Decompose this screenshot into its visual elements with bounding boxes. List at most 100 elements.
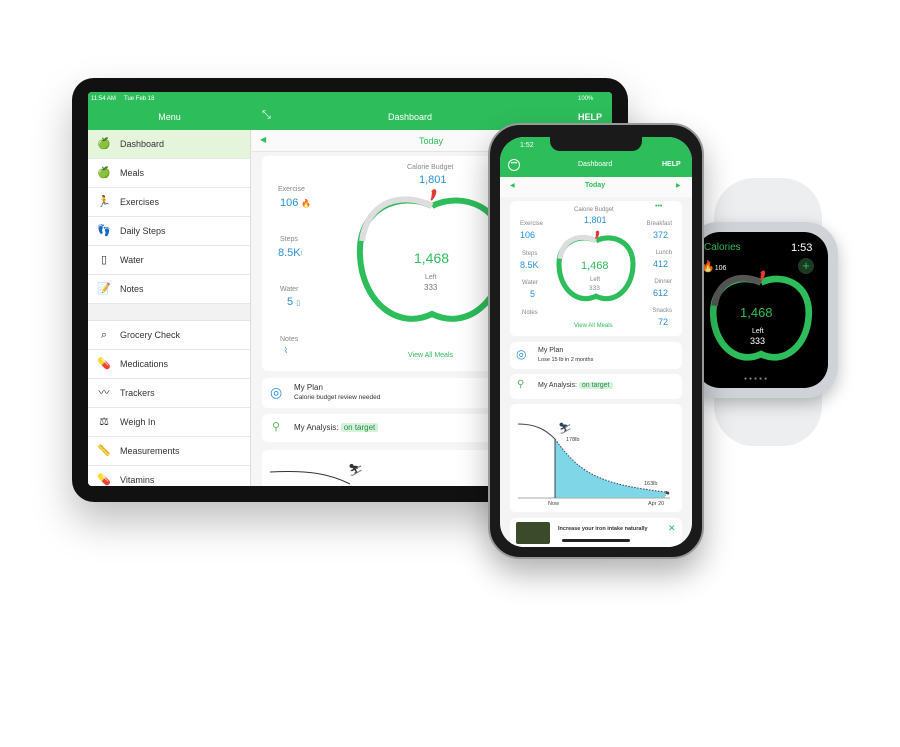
sidebar-item-medications[interactable]: 💊 Medications <box>88 350 250 379</box>
scale-icon: ⚖ <box>99 416 109 428</box>
prev-day-arrow[interactable]: ◀ <box>510 182 515 189</box>
sidebar-item-notes[interactable]: 📝 Notes <box>88 275 250 304</box>
magnifier-icon: ⌕ <box>100 329 108 341</box>
meal-label: Snacks <box>652 308 672 314</box>
exercise-label: Exercise <box>520 221 544 227</box>
phone-screen: 1:52 ••• Dashboard HELP ◀ Today ▶ Exerci… <box>500 137 692 547</box>
sidebar-item-label: Exercises <box>120 197 160 207</box>
plan-subtitle: Lose 15 lb in 2 months <box>538 357 594 363</box>
sidebar-item-label: Meals <box>120 168 145 178</box>
my-plan-card[interactable]: ◎ My Plan Lose 15 lb in 2 months <box>510 342 682 369</box>
notes-icon: 📝 <box>97 283 111 295</box>
my-analysis-card[interactable]: ⚲ My Analysis: on target <box>510 374 682 399</box>
sidebar-item-meals[interactable]: 🍏 Meals <box>88 159 250 188</box>
view-all-meals-link[interactable]: View All Meals <box>574 323 613 329</box>
budget-label: Calorie Budget <box>407 164 454 171</box>
plan-title: My Plan <box>294 383 323 392</box>
day-label: Today <box>419 136 444 146</box>
water-value: 5 <box>530 289 536 299</box>
analysis-text: My Analysis: on target <box>294 423 379 432</box>
sidebar-item-daily-steps[interactable]: 👣 Daily Steps <box>88 217 250 246</box>
start-weight-label: 178lb <box>566 437 580 443</box>
paperclip-icon[interactable]: ⌇ <box>284 346 288 355</box>
meal-value[interactable]: 72 <box>658 317 668 327</box>
close-icon[interactable]: ✕ <box>668 523 676 534</box>
skier-icon: ⛷ <box>558 423 572 435</box>
help-button[interactable]: HELP <box>578 112 602 122</box>
header-title: Dashboard <box>388 112 433 122</box>
sidebar-divider <box>88 304 250 321</box>
more-menu-button[interactable]: ••• <box>508 159 520 171</box>
weight-curve: ⛷ <box>270 463 363 485</box>
sidebar-item-trackers[interactable]: 〰 Trackers <box>88 379 250 408</box>
status-time: 1:52 <box>520 142 534 149</box>
left-value: 333 <box>424 283 438 292</box>
view-all-meals-link[interactable]: View All Meals <box>408 352 453 359</box>
sidebar-item-exercises[interactable]: 🏃 Exercises <box>88 188 250 217</box>
analysis-text: My Analysis: on target <box>538 382 613 389</box>
sidebar-item-label: Measurements <box>120 446 180 456</box>
glass-icon: ▯ <box>100 254 108 266</box>
phone-notch <box>550 137 642 151</box>
budget-value: 1,801 <box>584 215 607 225</box>
sidebar-item-dashboard[interactable]: 🍏 Dashboard <box>88 130 250 159</box>
x-end-label: Apr 20 <box>648 501 665 507</box>
meal-value[interactable]: 612 <box>653 288 668 298</box>
end-weight-label: 163lb <box>644 481 658 487</box>
page-dots: ●●●●● <box>744 376 770 382</box>
watch-time: 1:53 <box>791 242 813 254</box>
expand-icon[interactable]: ⤡ <box>262 109 271 122</box>
meal-label: Breakfast <box>646 221 672 227</box>
left-label: Left <box>425 274 437 281</box>
past-weight-line <box>517 423 556 440</box>
flame-icon: 🔥 <box>301 199 312 208</box>
sidebar-item-label: Dashboard <box>120 139 165 149</box>
food-thumbnail <box>516 522 550 544</box>
sidebar-item-label: Grocery Check <box>120 330 181 340</box>
budget-label: Calorie Budget <box>574 207 614 213</box>
notes-label: Notes <box>522 310 538 316</box>
steps-label: Steps <box>522 251 538 257</box>
sidebar-item-water[interactable]: ▯ Water <box>88 246 250 275</box>
header-title: Dashboard <box>578 161 613 168</box>
phone-device: 1:52 ••• Dashboard HELP ◀ Today ▶ Exerci… <box>488 123 704 559</box>
home-indicator <box>562 539 630 542</box>
sidebar-item-label: Notes <box>120 284 144 294</box>
projection-area <box>555 439 665 498</box>
apple-leaf-icon <box>430 189 437 201</box>
left-value: 333 <box>589 285 600 292</box>
runner-icon: 🏃 <box>97 196 111 208</box>
sidebar-item-vitamins[interactable]: 💊 Vitamins <box>88 466 250 486</box>
tip-card[interactable]: Increase your iron intake naturally ✕ <box>510 518 682 547</box>
exercise-value: 106 🔥 <box>280 197 312 209</box>
date-nav: ◀ Today ▶ <box>500 177 692 197</box>
sidebar-item-measurements[interactable]: 📏 Measurements <box>88 437 250 466</box>
glass-icon: ▯ <box>296 300 301 307</box>
svg-text:⛷: ⛷ <box>348 463 363 477</box>
more-icon[interactable]: ••• <box>655 203 662 210</box>
help-button[interactable]: HELP <box>662 161 681 168</box>
notes-label: Notes <box>280 336 299 343</box>
footprints-icon: 👣 <box>97 225 111 237</box>
sidebar-item-weigh-in[interactable]: ⚖ Weigh In <box>88 408 250 437</box>
weight-chart-card: ⛷ ⚑ 178lb 163lb Now Apr 20 <box>510 404 682 512</box>
water-label: Water <box>280 286 299 293</box>
status-date: Tue Feb 18 <box>124 96 155 102</box>
finish-flag-icon: ⚑ <box>664 490 670 498</box>
sidebar-item-label: Trackers <box>120 388 155 398</box>
next-day-arrow[interactable]: ▶ <box>676 182 681 189</box>
day-label: Today <box>585 182 606 189</box>
meal-value[interactable]: 372 <box>653 230 668 240</box>
menu-title: Menu <box>158 112 181 122</box>
water-value: 5 ▯ <box>287 296 301 308</box>
watch-left-value: 333 <box>750 336 766 346</box>
microscope-icon: ⚲ <box>272 421 281 433</box>
watch-device: Calories 1:53 🔥106 + 1,468 Left 333 ●●●●… <box>686 222 838 398</box>
microscope-icon: ⚲ <box>517 379 525 390</box>
sidebar-item-grocery-check[interactable]: ⌕ Grocery Check <box>88 321 250 350</box>
dashboard-apple-icon: 🍏 <box>97 138 111 150</box>
meal-value[interactable]: 412 <box>653 259 668 269</box>
plan-title: My Plan <box>538 347 564 354</box>
prev-day-arrow[interactable]: ◀ <box>260 135 266 144</box>
calorie-summary-card[interactable]: Exercise 106 Steps 8.5K Water 5 Notes Ca… <box>510 201 682 336</box>
